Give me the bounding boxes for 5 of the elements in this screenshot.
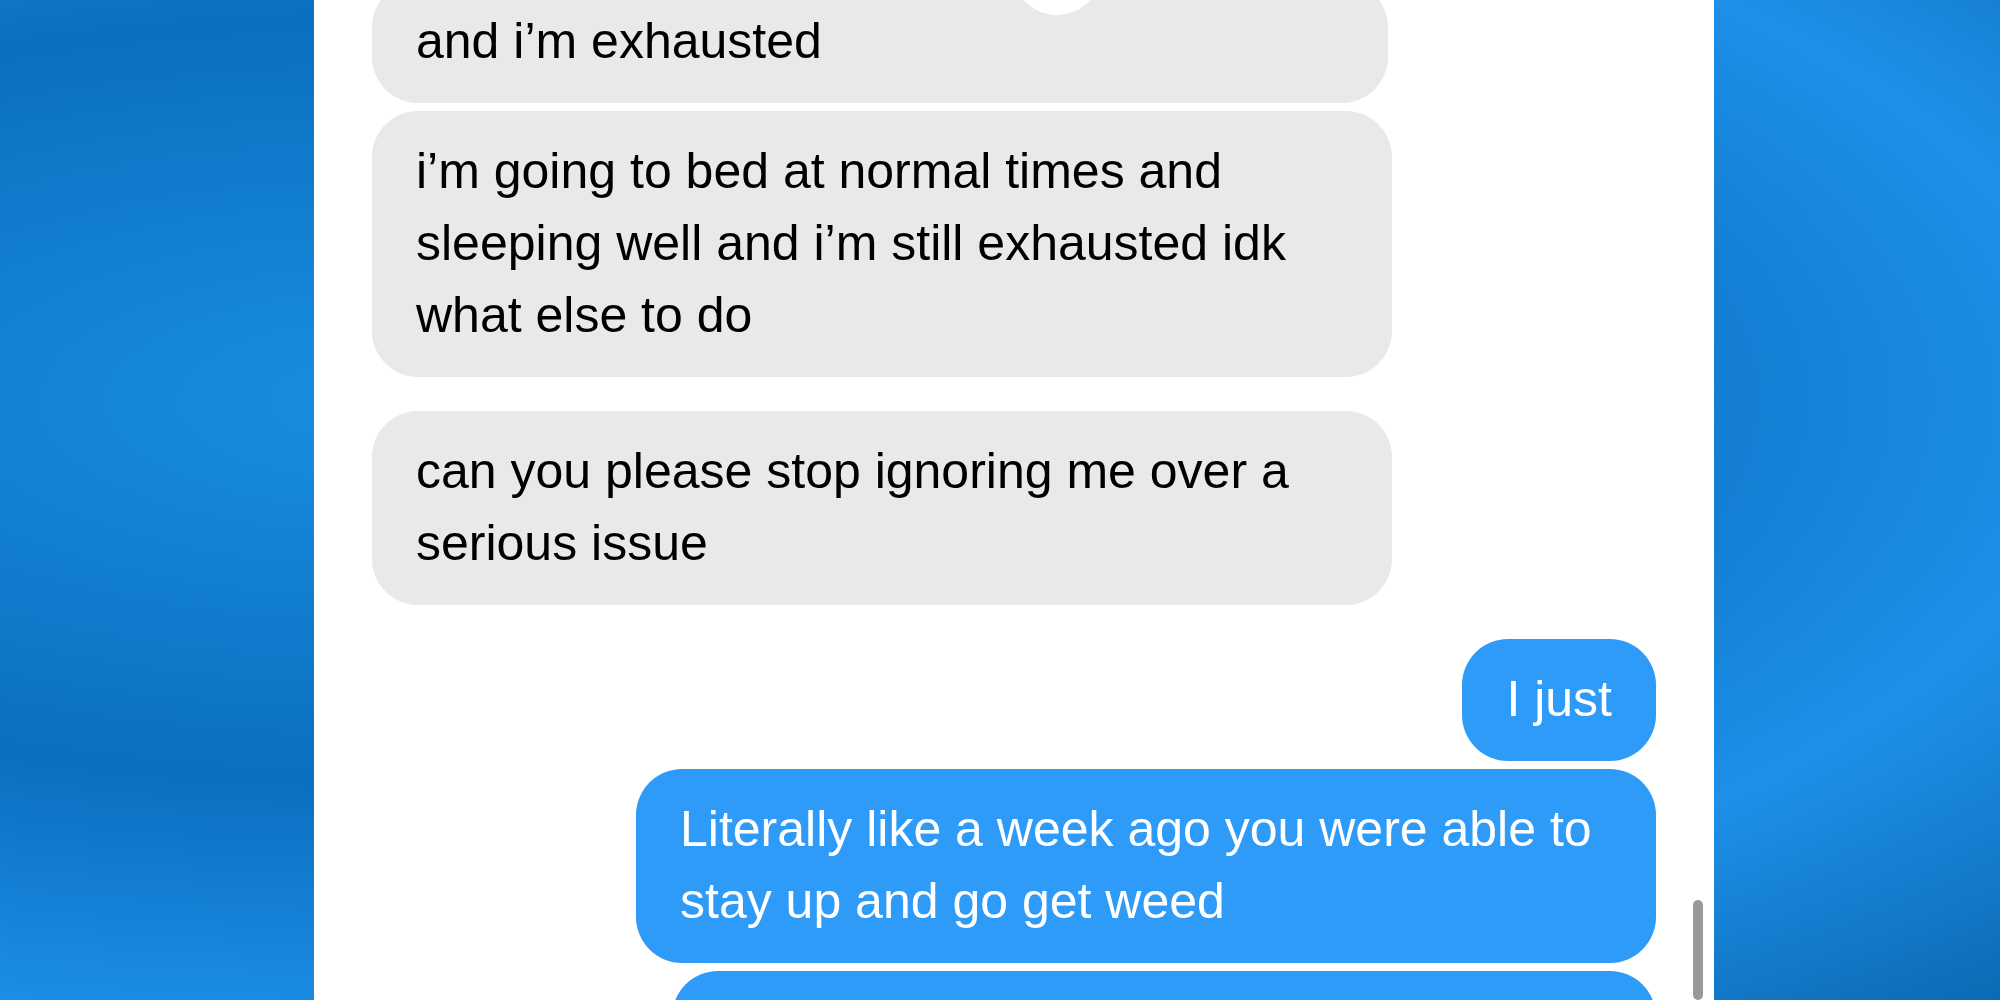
received-message-bubble: and i’m exhausted bbox=[372, 0, 1388, 103]
received-message-bubble: i’m going to bed at normal times and sleeping well and i’m still exhausted idk what else to do bbox=[372, 111, 1392, 377]
sent-message-bubble: Literally like a week ago you were able to stay up and go get weed bbox=[636, 769, 1656, 963]
sent-message-bubble: I just bbox=[1462, 639, 1656, 761]
received-message-bubble: can you please stop ignoring me over a serious issue bbox=[372, 411, 1392, 605]
